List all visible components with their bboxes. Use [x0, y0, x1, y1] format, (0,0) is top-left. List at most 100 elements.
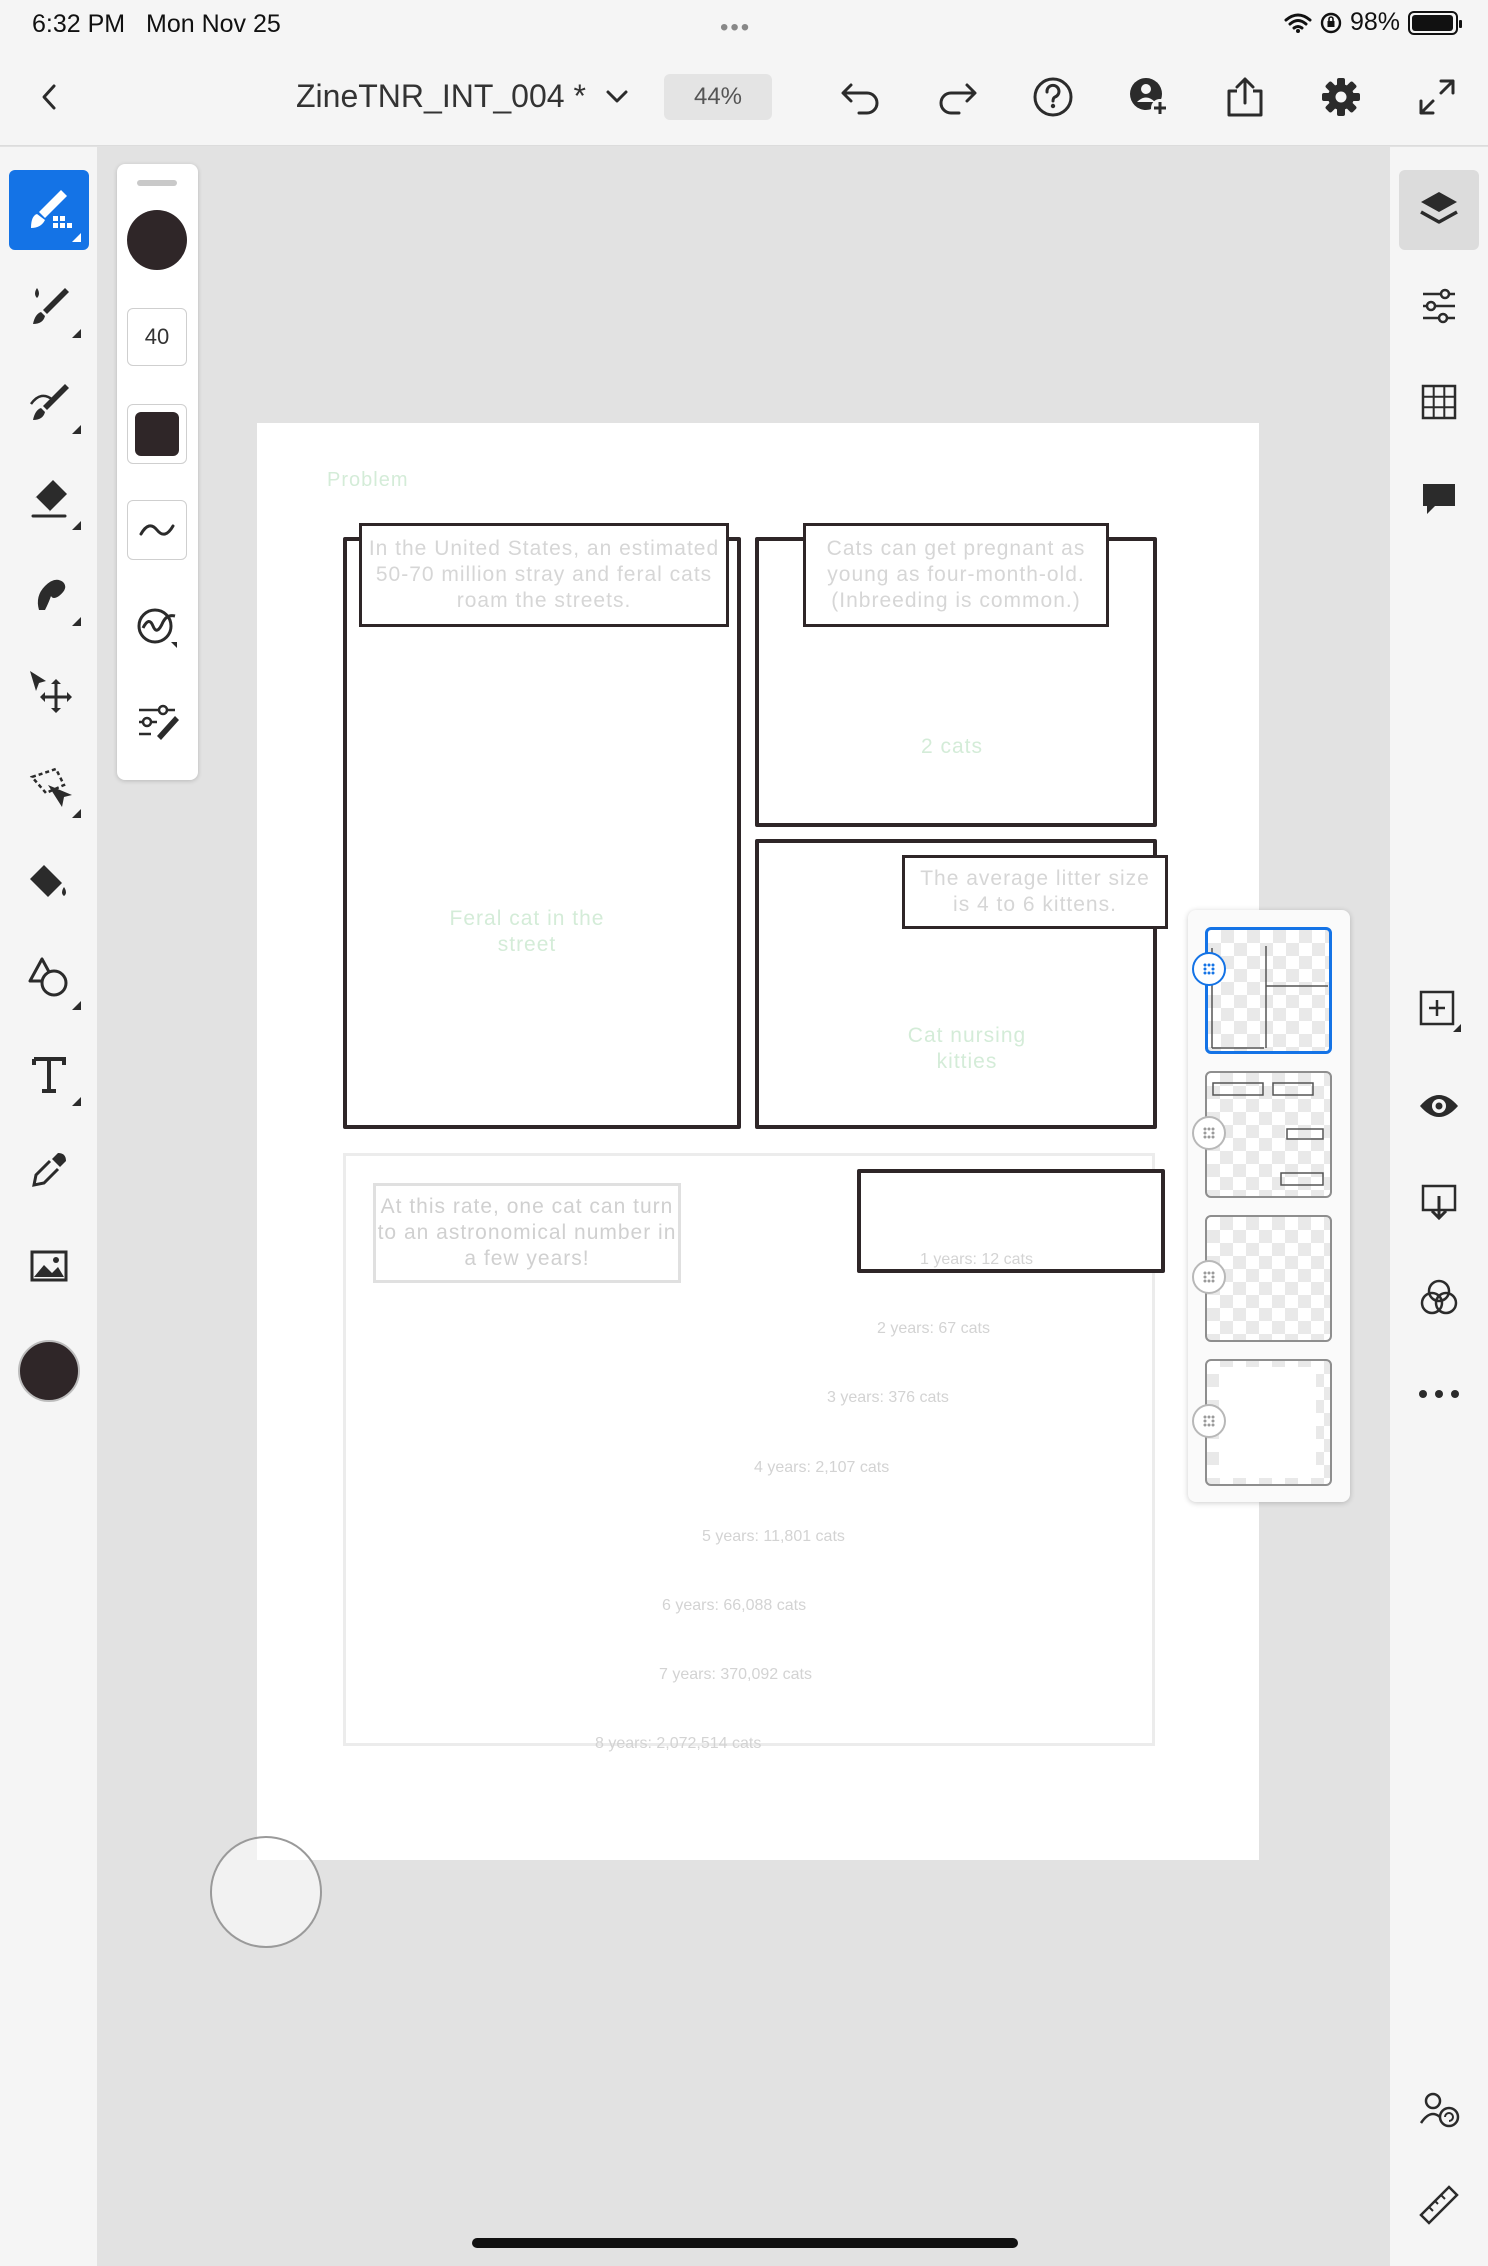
text-tool[interactable] — [9, 1034, 89, 1114]
transform-tool[interactable] — [9, 650, 89, 730]
drag-grip-icon — [1203, 1271, 1215, 1283]
zoom-level[interactable]: 44% — [664, 74, 772, 120]
collaborate-button[interactable] — [1399, 2069, 1479, 2149]
smudge-tool[interactable] — [9, 554, 89, 634]
orientation-lock-icon — [1320, 12, 1342, 33]
live-brush-tool[interactable] — [9, 266, 89, 346]
collaborate-icon — [1419, 2092, 1460, 2128]
eye-icon — [1420, 1095, 1458, 1117]
heading-problem: Problem — [327, 469, 409, 491]
shapes-tool[interactable] — [9, 938, 89, 1018]
pressure-icon — [137, 608, 177, 648]
panel-1-caption[interactable]: In the United States, an estimated 50-70… — [359, 523, 729, 627]
back-chevron-icon[interactable] — [22, 70, 76, 124]
blend-mode-icon — [1420, 1279, 1458, 1315]
comments-button[interactable] — [1399, 458, 1479, 538]
status-bar: 6:32 PM Mon Nov 25 ••• 98% — [0, 0, 1488, 48]
layer-properties-button[interactable] — [1399, 266, 1479, 346]
brush-size-preview[interactable] — [127, 210, 187, 270]
redo-icon[interactable] — [930, 70, 984, 124]
vector-brush-icon — [29, 384, 69, 420]
battery-level — [1412, 14, 1454, 31]
tool-options-indicator — [72, 809, 81, 818]
panel-2-label: 2 cats — [920, 735, 984, 758]
more-options-button[interactable] — [1399, 1354, 1479, 1434]
canvas-page[interactable]: Problem In the United States, an estimat… — [257, 423, 1259, 1860]
growth-year-8: 8 years: 2,072,514 cats — [595, 1735, 762, 1752]
brush-size-value[interactable]: 40 — [127, 308, 187, 366]
panel-3-label: Cat nursing kitties — [907, 1024, 1027, 1073]
drag-grip-icon — [1203, 1127, 1215, 1139]
eyedropper-tool[interactable] — [9, 1130, 89, 1210]
panel-drag-handle[interactable] — [137, 180, 177, 186]
fill-tool[interactable] — [9, 842, 89, 922]
pressure-sensitivity-button[interactable] — [127, 596, 187, 656]
brush-opacity-swatch[interactable] — [127, 404, 187, 464]
panel-4-caption[interactable]: At this rate, one cat can turn to an ast… — [373, 1183, 681, 1283]
growth-year-4: 4 years: 2,107 cats — [754, 1459, 890, 1476]
paint-bucket-icon — [30, 865, 66, 897]
pixel-brush-icon — [31, 190, 72, 228]
layers-icon — [1420, 192, 1458, 224]
tool-options-indicator — [72, 1001, 81, 1010]
eraser-tool[interactable] — [9, 458, 89, 538]
layer-4-drag-handle[interactable] — [1192, 1404, 1226, 1438]
left-toolbar — [0, 147, 97, 2266]
blend-mode-button[interactable] — [1399, 1258, 1479, 1338]
tool-options-indicator — [72, 329, 81, 338]
brush-smoothing-button[interactable] — [127, 500, 187, 560]
add-layer-button[interactable] — [1399, 970, 1479, 1050]
invite-user-icon[interactable] — [1122, 70, 1176, 124]
help-icon[interactable] — [1026, 70, 1080, 124]
share-icon[interactable] — [1218, 70, 1272, 124]
ruler-button[interactable] — [1399, 2165, 1479, 2245]
growth-year-2: 2 years: 67 cats — [877, 1320, 990, 1337]
document-title[interactable]: ZineTNR_INT_004 * — [296, 78, 586, 115]
grid-icon — [1421, 384, 1457, 420]
title-dropdown-icon[interactable] — [590, 70, 644, 124]
comment-icon — [1423, 484, 1455, 514]
color-swatch[interactable] — [18, 1340, 80, 1402]
wifi-icon — [1284, 13, 1312, 33]
merge-down-icon — [1421, 1184, 1457, 1221]
layer-3-drag-handle[interactable] — [1192, 1260, 1226, 1294]
vector-brush-tool[interactable] — [9, 362, 89, 442]
top-bar: ZineTNR_INT_004 * 44% — [0, 48, 1488, 146]
layers-button[interactable] — [1399, 170, 1479, 250]
image-tool[interactable] — [9, 1226, 89, 1306]
brush-settings-button[interactable] — [127, 692, 187, 752]
grid-button[interactable] — [1399, 362, 1479, 442]
merge-down-button[interactable] — [1399, 1162, 1479, 1242]
layer-properties-icon — [1423, 288, 1455, 324]
status-indicators: 98% — [1284, 8, 1462, 37]
panel-2-caption[interactable]: Cats can get pregnant as young as four-m… — [803, 523, 1109, 627]
selection-tool[interactable] — [9, 746, 89, 826]
right-toolbar — [1390, 147, 1488, 2266]
touch-shortcut-button[interactable] — [210, 1836, 322, 1948]
brush-settings-panel: 40 — [117, 164, 198, 780]
add-layer-icon — [1419, 990, 1461, 1032]
drag-grip-icon — [1203, 1415, 1215, 1427]
status-date: Mon Nov 25 — [146, 10, 281, 38]
multitasking-dots-icon[interactable]: ••• — [720, 14, 751, 42]
toggle-visibility-button[interactable] — [1399, 1066, 1479, 1146]
home-indicator[interactable] — [472, 2238, 1018, 2248]
battery-icon — [1408, 10, 1462, 35]
smoothing-wave-icon — [139, 524, 175, 536]
panel-3-caption[interactable]: The average litter size is 4 to 6 kitten… — [902, 855, 1168, 929]
tool-options-indicator — [72, 425, 81, 434]
layer-thumbnail-1[interactable] — [1205, 927, 1332, 1054]
brush-sliders-icon — [139, 704, 179, 740]
layers-panel — [1188, 910, 1350, 1502]
tool-options-indicator — [72, 233, 81, 242]
layer-2-drag-handle[interactable] — [1192, 1116, 1226, 1150]
more-icon — [1419, 1390, 1459, 1398]
growth-year-7: 7 years: 370,092 cats — [659, 1666, 812, 1683]
undo-icon[interactable] — [834, 70, 888, 124]
growth-year-6: 6 years: 66,088 cats — [662, 1597, 807, 1614]
fullscreen-icon[interactable] — [1410, 70, 1464, 124]
layer-1-drag-handle[interactable] — [1192, 952, 1226, 986]
drag-grip-icon — [1203, 963, 1215, 975]
pixel-brush-tool[interactable] — [9, 170, 89, 250]
settings-icon[interactable] — [1314, 70, 1368, 124]
